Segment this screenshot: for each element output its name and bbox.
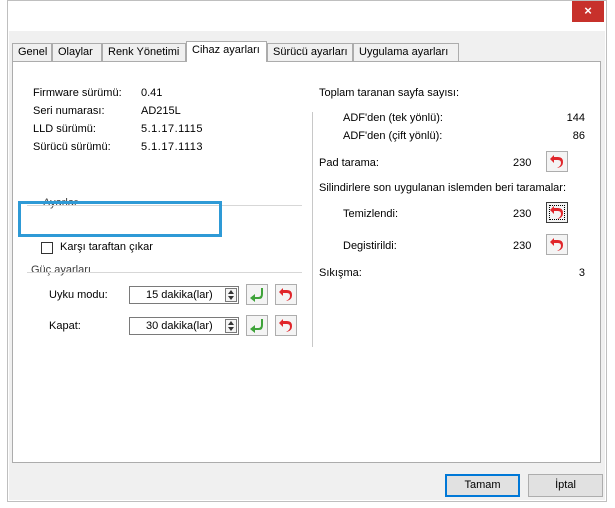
driver-label: Sürücü sürümü: xyxy=(33,141,111,153)
serial-value: AD215L xyxy=(141,105,181,117)
sleep-spinner[interactable] xyxy=(225,288,237,302)
cleaned-reset-button[interactable] xyxy=(546,202,568,223)
adf-simplex-label: ADF'den (tek yönlü): xyxy=(343,112,443,124)
column-divider xyxy=(312,112,313,347)
replaced-reset-button[interactable] xyxy=(546,234,568,255)
jam-value: 3 xyxy=(578,267,585,279)
device-settings-panel: Firmware sürümü: 0.41 Seri numarası: AD2… xyxy=(12,61,601,463)
title-bar[interactable]: × xyxy=(8,1,606,31)
sleep-reset-button[interactable] xyxy=(275,284,297,305)
serial-label: Seri numarası: xyxy=(33,105,105,117)
off-reset-button[interactable] xyxy=(275,315,297,336)
pad-reset-button[interactable] xyxy=(546,151,568,172)
sleep-combo[interactable]: 15 dakika(lar) xyxy=(129,286,239,304)
off-value: 30 dakika(lar) xyxy=(146,320,213,332)
lld-label: LLD sürümü: xyxy=(33,123,96,135)
sleep-label: Uyku modu: xyxy=(49,289,108,301)
off-combo[interactable]: 30 dakika(lar) xyxy=(129,317,239,335)
annotation-highlight xyxy=(18,201,222,237)
pad-value: 230 xyxy=(513,157,532,169)
lld-value: 5.1.17.1115 xyxy=(141,123,203,135)
dialog-window: × Genel Olaylar Renk Yönetimi Cihaz ayar… xyxy=(7,0,607,502)
sleep-value: 15 dakika(lar) xyxy=(146,289,213,301)
adf-simplex-value: 144 xyxy=(566,112,585,124)
pad-label: Pad tarama: xyxy=(319,157,379,169)
tab-color-management[interactable]: Renk Yönetimi xyxy=(102,43,186,61)
tab-general[interactable]: Genel xyxy=(12,43,52,61)
power-group-label: Güç ayarları xyxy=(31,264,91,276)
reset-arrow-icon xyxy=(550,155,563,168)
flip-side-label: Karşı taraftan çıkar xyxy=(60,241,153,253)
off-apply-button[interactable] xyxy=(246,315,268,336)
off-spinner[interactable] xyxy=(225,319,237,333)
replaced-label: Degistirildi: xyxy=(343,240,397,252)
power-divider xyxy=(27,272,302,273)
reset-arrow-icon xyxy=(550,206,563,219)
adf-duplex-value: 86 xyxy=(572,130,585,142)
apply-arrow-icon xyxy=(250,288,263,302)
driver-value: 5.1.17.1113 xyxy=(141,141,203,153)
adf-duplex-label: ADF'den (çift yönlü): xyxy=(343,130,443,142)
cleaned-value: 230 xyxy=(513,208,532,220)
tab-application-settings[interactable]: Uygulama ayarları xyxy=(353,43,459,61)
dialog-client: Genel Olaylar Renk Yönetimi Cihaz ayarla… xyxy=(9,31,605,500)
jam-label: Sıkışma: xyxy=(319,267,362,279)
close-button[interactable]: × xyxy=(572,1,604,22)
cleaned-label: Temizlendi: xyxy=(343,208,399,220)
tab-device-settings[interactable]: Cihaz ayarları xyxy=(186,41,267,62)
sleep-apply-button[interactable] xyxy=(246,284,268,305)
reset-arrow-icon xyxy=(279,319,292,332)
off-label: Kapat: xyxy=(49,320,81,332)
flip-side-checkbox[interactable] xyxy=(41,242,53,254)
apply-arrow-icon xyxy=(250,319,263,333)
replaced-value: 230 xyxy=(513,240,532,252)
cancel-button[interactable]: İptal xyxy=(528,474,603,497)
total-scans-label: Toplam taranan sayfa sayısı: xyxy=(319,87,460,99)
reset-arrow-icon xyxy=(279,288,292,301)
roller-scans-label: Silindirlere son uygulanan islemden beri… xyxy=(319,182,567,194)
firmware-label: Firmware sürümü: xyxy=(33,87,122,99)
tab-driver-settings[interactable]: Sürücü ayarları xyxy=(267,43,353,61)
reset-arrow-icon xyxy=(550,238,563,251)
firmware-value: 0.41 xyxy=(141,87,163,99)
ok-button[interactable]: Tamam xyxy=(445,474,520,497)
tab-events[interactable]: Olaylar xyxy=(52,43,102,61)
